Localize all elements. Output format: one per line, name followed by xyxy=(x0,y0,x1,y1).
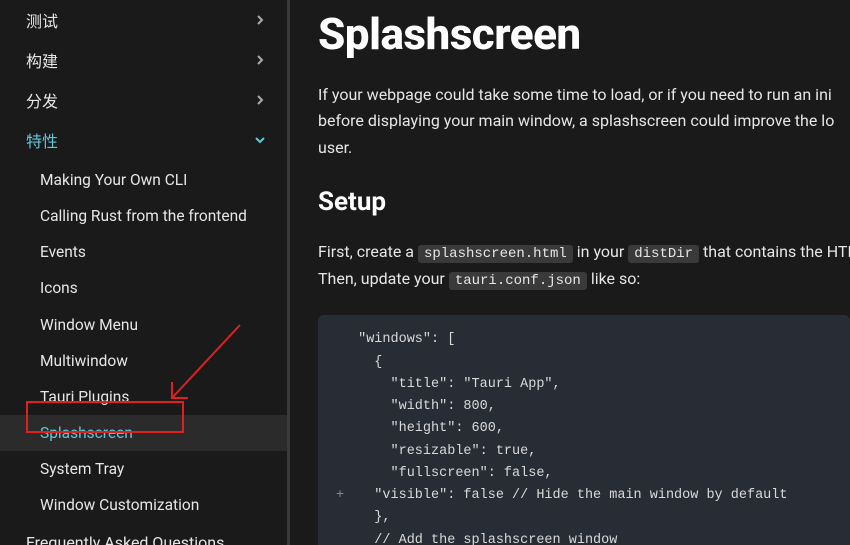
intro-paragraph: If your webpage could take some time to … xyxy=(318,82,850,161)
sidebar-subitems: Making Your Own CLI Calling Rust from th… xyxy=(0,160,287,525)
sidebar-item-faq[interactable]: Frequently Asked Questions xyxy=(0,525,287,545)
main-content: Splashscreen If your webpage could take … xyxy=(290,0,850,545)
intro-line: user. xyxy=(318,135,850,161)
sidebar-section-features[interactable]: 特性 xyxy=(0,120,287,160)
sidebar-item-multiwindow[interactable]: Multiwindow xyxy=(0,343,287,379)
sidebar-item-calling-rust[interactable]: Calling Rust from the frontend xyxy=(0,198,287,234)
page-title: Splashscreen xyxy=(318,8,850,60)
code-block: "windows": [ { "title": "Tauri App", "wi… xyxy=(318,315,850,545)
chevron-right-icon xyxy=(253,93,267,107)
inline-code: splashscreen.html xyxy=(418,245,573,263)
sidebar: 测试 构建 分发 特性 Making Your Own CLI Calling … xyxy=(0,0,290,545)
sidebar-section-build[interactable]: 构建 xyxy=(0,40,287,80)
sidebar-section-label: 构建 xyxy=(26,48,58,72)
sidebar-item-splashscreen[interactable]: Splashscreen xyxy=(0,415,287,451)
sidebar-section-label: 特性 xyxy=(26,128,58,152)
sidebar-item-window-menu[interactable]: Window Menu xyxy=(0,307,287,343)
sidebar-item-window-customization[interactable]: Window Customization xyxy=(0,487,287,523)
setup-paragraph: First, create a splashscreen.html in you… xyxy=(318,239,850,293)
sidebar-section-label: 分发 xyxy=(26,88,58,112)
setup-text: in your xyxy=(573,242,628,261)
chevron-right-icon xyxy=(253,53,267,67)
setup-text: like so: xyxy=(587,269,640,288)
chevron-right-icon xyxy=(253,13,267,27)
inline-code: tauri.conf.json xyxy=(449,272,587,290)
sidebar-section-distribute[interactable]: 分发 xyxy=(0,80,287,120)
sidebar-section-label: 测试 xyxy=(26,8,58,32)
sidebar-item-system-tray[interactable]: System Tray xyxy=(0,451,287,487)
sidebar-item-tauri-plugins[interactable]: Tauri Plugins xyxy=(0,379,287,415)
sidebar-item-making-your-own-cli[interactable]: Making Your Own CLI xyxy=(0,162,287,198)
sidebar-section-test[interactable]: 测试 xyxy=(0,0,287,40)
setup-text: First, create a xyxy=(318,242,418,261)
intro-line: before displaying your main window, a sp… xyxy=(318,108,850,134)
inline-code: distDir xyxy=(628,245,699,263)
setup-heading: Setup xyxy=(318,187,850,217)
setup-text: that contains the HTM xyxy=(699,242,850,261)
chevron-down-icon xyxy=(253,133,267,147)
setup-text: Then, update your xyxy=(318,269,449,288)
sidebar-item-events[interactable]: Events xyxy=(0,234,287,270)
intro-line: If your webpage could take some time to … xyxy=(318,82,850,108)
sidebar-item-icons[interactable]: Icons xyxy=(0,270,287,306)
